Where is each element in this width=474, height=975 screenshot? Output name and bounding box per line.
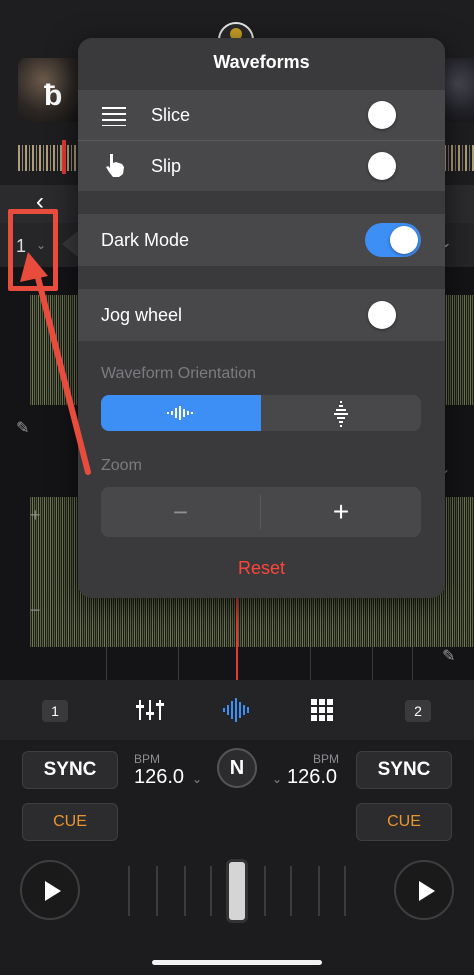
annotation-arrow <box>20 252 91 475</box>
